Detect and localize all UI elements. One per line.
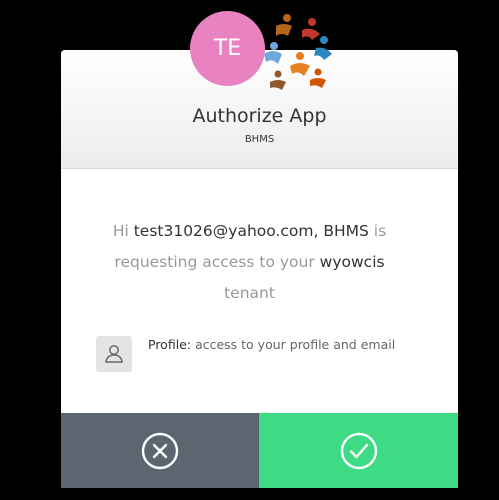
scope-text: Profile: access to your profile and emai… <box>148 336 406 353</box>
scope-name: Profile: <box>148 337 192 352</box>
deny-button[interactable] <box>61 413 259 488</box>
scope-item-profile: Profile: access to your profile and emai… <box>96 336 406 376</box>
logo-figure-4 <box>264 42 282 64</box>
accept-button[interactable] <box>259 413 458 488</box>
authorization-message: Hi test31026@yahoo.com, BHMS is requestin… <box>112 222 387 302</box>
scope-description: access to your profile and email <box>191 337 396 352</box>
app-title: Authorize App <box>192 105 327 127</box>
user-avatar: TE <box>190 11 265 86</box>
logo-figure-6 <box>270 70 286 90</box>
close-circle-icon <box>141 432 179 470</box>
logo-figure-5 <box>290 52 310 76</box>
client-name: BHMS <box>244 134 275 145</box>
logo-figure-1 <box>276 14 292 36</box>
client-logo-icon <box>264 14 332 90</box>
requesting-client: BHMS <box>323 222 369 240</box>
message-separator: , <box>313 222 324 240</box>
tenant-name: wyowcis <box>319 253 385 271</box>
user-email: test31026@yahoo.com <box>133 222 314 240</box>
logo-figure-7 <box>310 68 326 88</box>
user-icon-glyph <box>105 345 123 363</box>
user-icon <box>96 336 132 372</box>
check-circle-icon <box>340 432 378 470</box>
logo-figure-3 <box>314 36 332 60</box>
logo-figure-2 <box>302 18 320 40</box>
greeting: Hi <box>112 222 134 240</box>
